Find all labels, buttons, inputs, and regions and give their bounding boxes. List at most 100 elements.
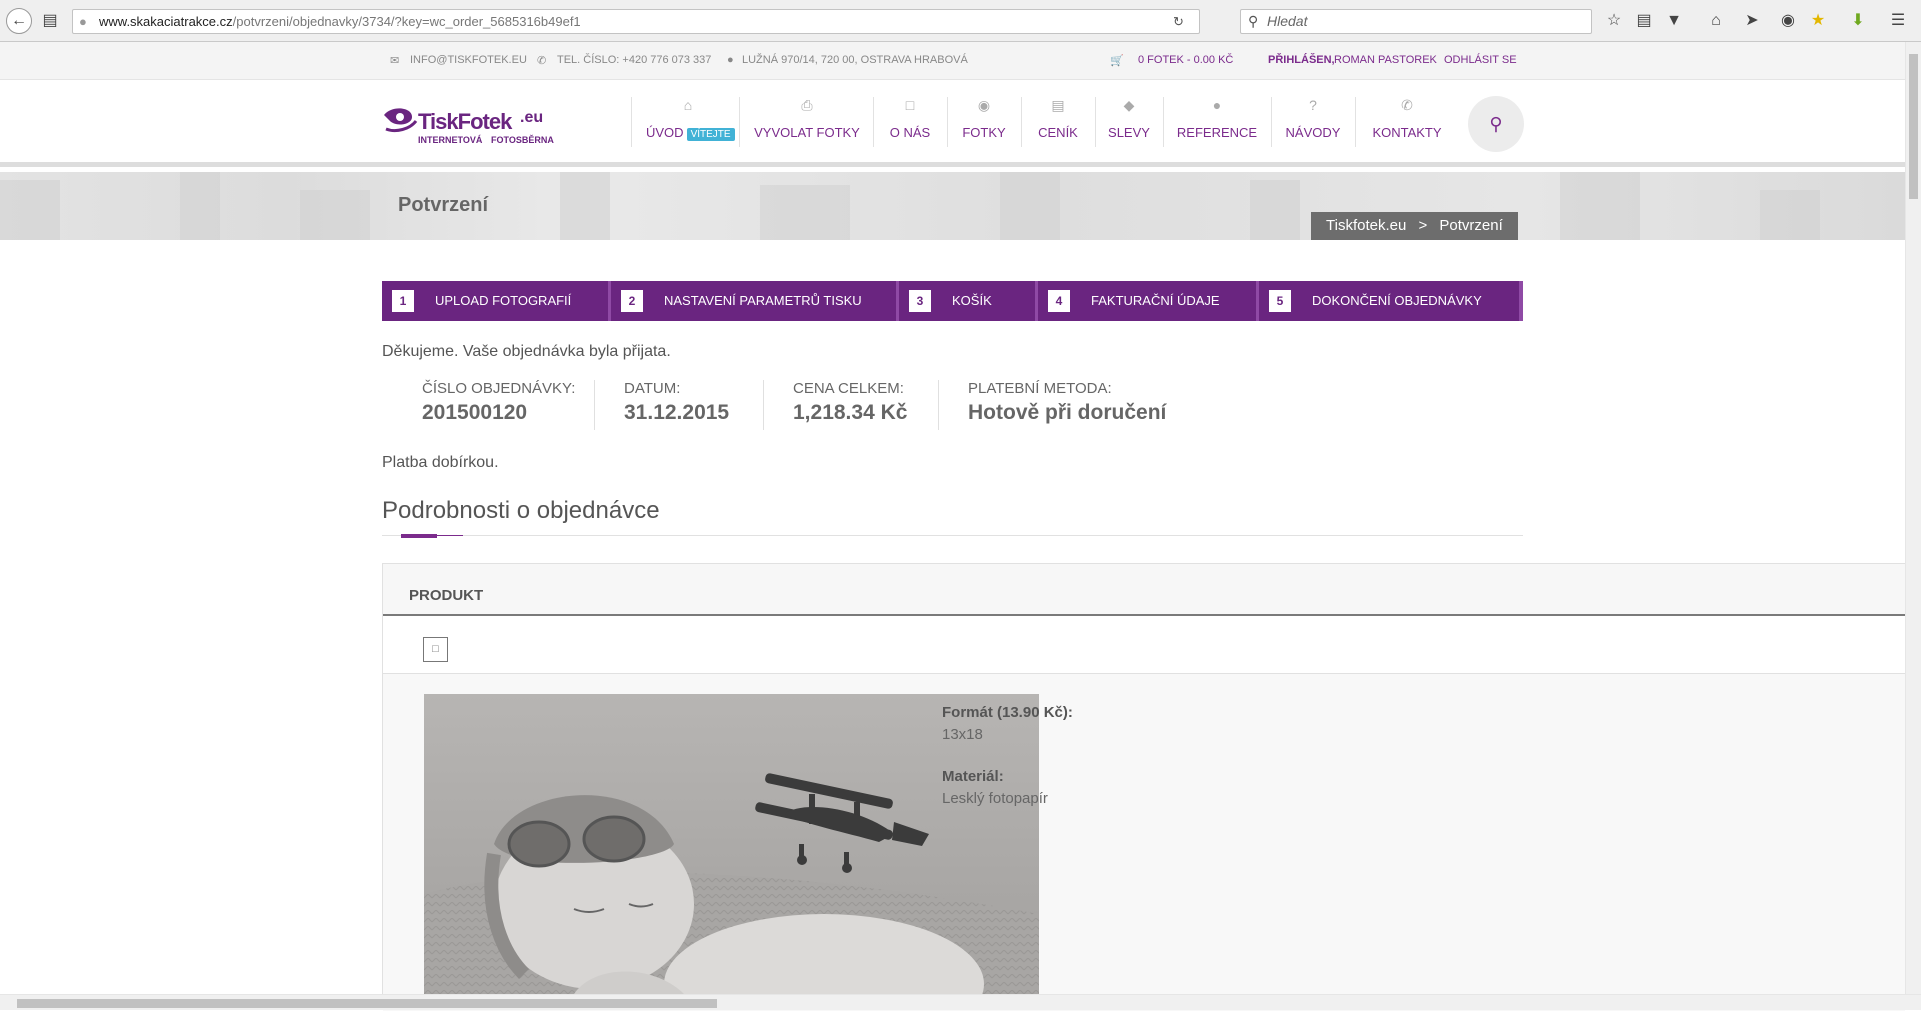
step-number: 2 (621, 290, 643, 312)
vertical-scroll-thumb[interactable] (1909, 54, 1918, 199)
checkout-steps: 1 UPLOAD FOTOGRAFIÍ 2 NASTAVENÍ PARAMETR… (382, 281, 1523, 321)
globe-icon: ● (79, 14, 87, 29)
logo-brand: TiskFotek (418, 109, 512, 134)
tag-icon: ◆ (1123, 97, 1135, 113)
extension-icon[interactable]: ★ (1808, 11, 1828, 31)
sidebar-icon[interactable]: ▤ (40, 11, 60, 31)
search-placeholder: Hledat (1267, 13, 1308, 29)
product-table-header: PRODUKT (383, 564, 1905, 616)
site-header: TiskFotek .eu INTERNETOVÁ FOTOSBĚRNA ⌂ Ú… (0, 81, 1905, 167)
nav-item-fotky[interactable]: ◉ FOTKY (956, 97, 1012, 153)
nav-item-reference[interactable]: ● REFERENCE (1172, 97, 1262, 153)
horizontal-scrollbar[interactable] (0, 994, 1921, 1010)
breadcrumb-separator: > (1418, 217, 1428, 234)
contact-phone: TEL. ČÍSLO: +420 776 073 337 (557, 54, 712, 66)
logo-tagline-2: FOTOSBĚRNA (491, 135, 554, 145)
contact-address: LUŽNÁ 970/14, 720 00, OSTRAVA HRABOVÁ (742, 54, 968, 66)
send-icon[interactable]: ➤ (1742, 11, 1762, 31)
user-name[interactable]: ROMAN PASTOREK (1334, 54, 1437, 66)
site-search-button[interactable]: ⚲ (1468, 96, 1524, 152)
order-number-label: ČÍSLO OBJEDNÁVKY: (422, 380, 576, 397)
step-number: 5 (1269, 290, 1291, 312)
step-label: DOKONČENÍ OBJEDNÁVKY (1312, 293, 1482, 308)
nav-divider (947, 97, 948, 147)
breadcrumb-current: Potvrzení (1439, 217, 1503, 234)
step-parameters[interactable]: 2 NASTAVENÍ PARAMETRŮ TISKU (611, 281, 896, 321)
nav-divider (1021, 97, 1022, 147)
step-cart[interactable]: 3 KOŠÍK (899, 281, 1035, 321)
comment-icon: ● (1212, 97, 1222, 113)
search-bar[interactable]: ⚲ Hledat (1240, 9, 1592, 34)
nav-item-slevy[interactable]: ◆ SLEVY (1104, 97, 1154, 153)
email-icon: ✉ (390, 55, 400, 67)
back-button[interactable]: ← (6, 8, 32, 34)
order-thanks-message: Děkujeme. Vaše objednávka byla přijata. (382, 343, 671, 360)
order-details-heading: Podrobnosti o objednávce (382, 497, 660, 524)
browser-toolbar: ← ▤ ● www.skakaciatrakce.cz/potvrzeni/ob… (0, 0, 1921, 42)
order-date-value: 31.12.2015 (624, 401, 730, 424)
step-complete[interactable]: 5 DOKONČENÍ OBJEDNÁVKY (1259, 281, 1519, 321)
chat-icon[interactable]: ◉ (1778, 11, 1798, 31)
nav-item-uvod[interactable]: ⌂ ÚVOD VÍTEJTE (646, 97, 735, 153)
nav-item-kontakty[interactable]: ✆ KONTAKTY (1364, 97, 1450, 153)
menu-icon[interactable]: ☰ (1888, 11, 1908, 31)
url-bar[interactable]: ● www.skakaciatrakce.cz/potvrzeni/objedn… (72, 9, 1200, 34)
nav-item-vyvolat-fotky[interactable]: ⎙ VYVOLAT FOTKY (750, 97, 864, 153)
search-icon: ⚲ (1248, 13, 1259, 29)
order-number-block: ČÍSLO OBJEDNÁVKY: 201500120 (422, 380, 575, 430)
cart-summary[interactable]: 0 FOTEK - 0.00 KČ (1138, 54, 1233, 66)
product-row: □ (383, 616, 1905, 674)
horizontal-scroll-thumb[interactable] (17, 999, 717, 1008)
nav-item-cenik[interactable]: ▤ CENÍK (1030, 97, 1086, 153)
payment-note: Platba dobírkou. (382, 454, 499, 471)
reload-icon[interactable]: ↻ (1173, 10, 1184, 33)
bookmark-star-icon[interactable]: ☆ (1604, 11, 1624, 31)
step-label: KOŠÍK (952, 293, 992, 308)
cart-icon[interactable]: 🛒 (1110, 54, 1124, 67)
phone-icon: ✆ (1401, 97, 1413, 113)
page-banner: Potvrzení Tiskfotek.eu > Potvrzení (0, 172, 1905, 240)
page-title: Potvrzení (398, 194, 489, 216)
logout-link[interactable]: ODHLÁSIT SE (1444, 54, 1517, 66)
welcome-badge: VÍTEJTE (686, 128, 735, 141)
site-logo[interactable]: TiskFotek .eu INTERNETOVÁ FOTOSBĚRNA (382, 103, 558, 147)
order-date-block: DATUM: 31.12.2015 (624, 380, 729, 430)
step-label: FAKTURAČNÍ ÚDAJE (1091, 293, 1220, 308)
url-path: /potvrzeni/objednavky/3734/?key=wc_order… (232, 14, 581, 29)
home-icon: ⌂ (683, 97, 693, 113)
broken-image-icon[interactable]: □ (423, 637, 448, 662)
order-number-value: 201500120 (422, 401, 528, 424)
phone-small-icon: ✆ (537, 55, 547, 67)
pocket-icon[interactable]: ▼ (1664, 11, 1684, 31)
contact-email[interactable]: INFO@TISKFOTEK.EU (410, 54, 527, 66)
order-total-value: 1,218.34 Kč (793, 401, 908, 424)
step-upload[interactable]: 1 UPLOAD FOTOGRAFIÍ (382, 281, 608, 321)
step-billing[interactable]: 4 FAKTURAČNÍ ÚDAJE (1038, 281, 1256, 321)
nav-divider (1163, 97, 1164, 147)
logo-tld: .eu (520, 109, 544, 126)
format-label: Formát (13.90 Kč): (942, 704, 1073, 721)
product-column-header: PRODUKT (409, 587, 484, 604)
vertical-scrollbar[interactable] (1905, 42, 1921, 994)
contact-bar: ✉ INFO@TISKFOTEK.EU ✆ TEL. ČÍSLO: +420 7… (0, 42, 1905, 80)
nav-divider (739, 97, 740, 147)
reading-list-icon[interactable]: ▤ (1634, 11, 1654, 31)
price-list-icon: ▤ (1051, 97, 1065, 113)
order-total-block: CENA CELKEM: 1,218.34 Kč (793, 380, 907, 430)
map-pin-icon: ● (727, 54, 734, 66)
heading-divider (382, 535, 1523, 536)
breadcrumb-home-link[interactable]: Tiskfotek.eu (1326, 217, 1406, 234)
download-icon[interactable]: ⬇ (1848, 11, 1868, 31)
nav-item-navody[interactable]: ? NÁVODY (1280, 97, 1346, 153)
nav-divider (631, 97, 632, 147)
order-date-label: DATUM: (624, 380, 681, 397)
heading-accent (401, 534, 437, 538)
nav-divider (1095, 97, 1096, 147)
home-button-icon[interactable]: ⌂ (1706, 11, 1726, 31)
document-icon: □ (905, 97, 915, 113)
material-value: Lesklý fotopapír (942, 790, 1048, 807)
payment-method-value: Hotově při doručení (968, 401, 1167, 424)
magnifier-icon: ⚲ (1489, 113, 1503, 134)
nav-item-o-nas[interactable]: □ O NÁS (882, 97, 938, 153)
heading-accent-line (437, 535, 463, 536)
